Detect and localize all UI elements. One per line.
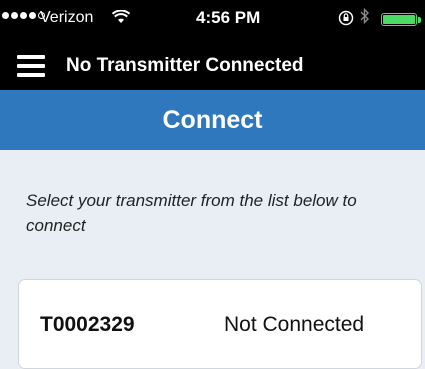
signal-dot <box>29 12 36 19</box>
cellular-signal-icon <box>2 12 45 19</box>
signal-dot <box>11 12 18 19</box>
battery-tip <box>418 17 421 23</box>
wifi-icon <box>111 9 131 29</box>
orientation-lock-icon <box>338 10 354 31</box>
status-bar: Verizon 4:56 PM <box>0 0 425 44</box>
battery-icon <box>381 13 417 26</box>
transmitter-status: Not Connected <box>224 313 365 336</box>
nav-bar: No Transmitter Connected <box>0 44 425 90</box>
transmitter-id: T0002329 <box>40 313 135 336</box>
hamburger-menu-icon[interactable] <box>17 55 45 79</box>
bluetooth-icon <box>360 7 370 28</box>
carrier-name: Verizon <box>40 9 94 26</box>
signal-dot <box>2 12 9 19</box>
page-title: Connect <box>0 90 425 150</box>
signal-dot <box>20 12 27 19</box>
nav-title: No Transmitter Connected <box>66 55 304 76</box>
status-time: 4:56 PM <box>196 8 261 27</box>
instruction-text: Select your transmitter from the list be… <box>26 191 357 235</box>
transmitter-list-item[interactable]: T0002329 Not Connected <box>18 279 422 369</box>
